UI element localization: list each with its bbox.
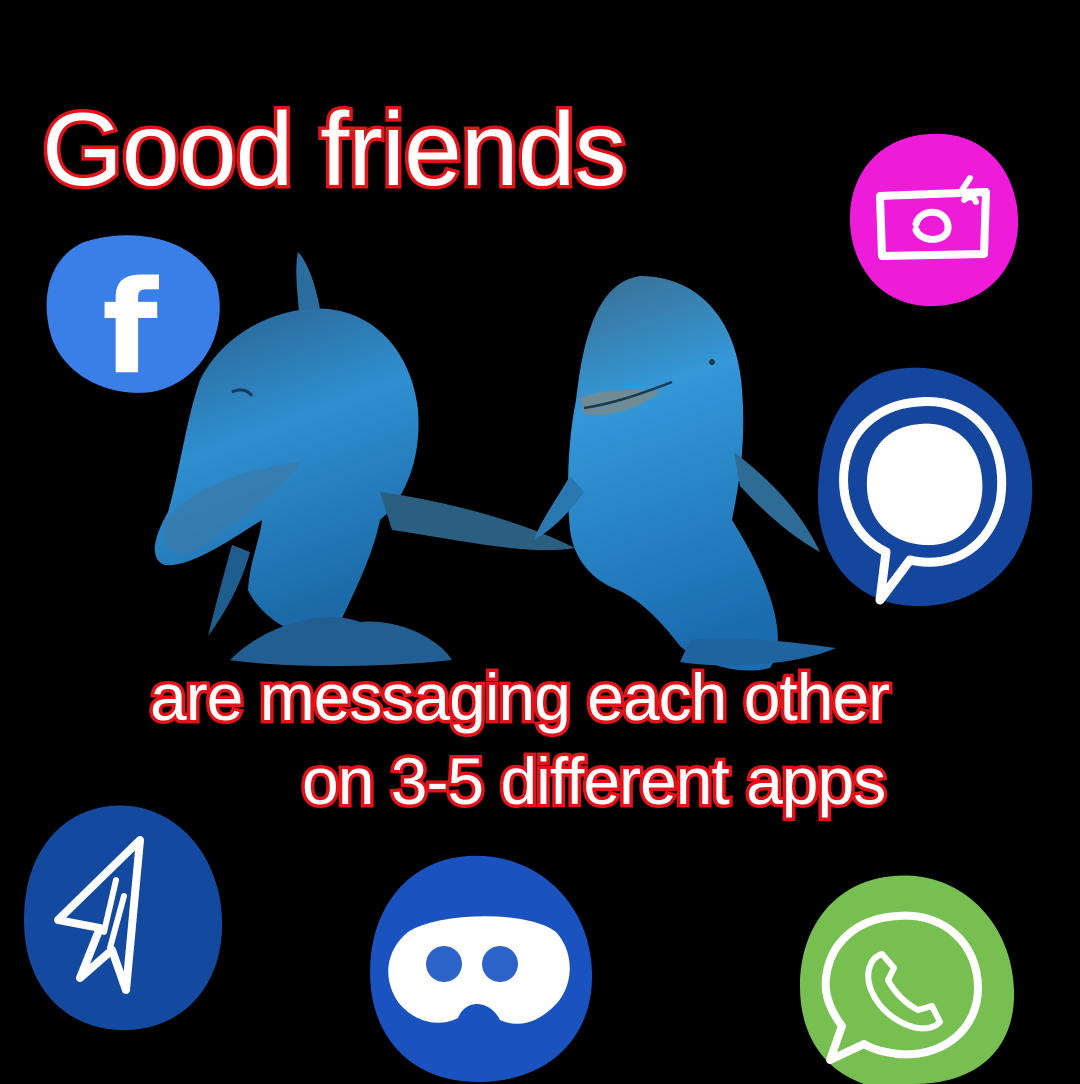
whatsapp-icon [800,875,1015,1084]
meme-caption-line2: on 3-5 different apps [298,744,889,818]
facebook-icon: f [46,235,220,403]
meme-title: Good friends [38,92,629,208]
signal-icon [817,367,1033,607]
meme-caption-line1: are messaging each other [146,660,893,734]
discord-icon [370,855,593,1082]
telegram-icon [24,805,223,1031]
facebook-glyph: f [102,254,159,403]
dolphin-right [534,276,836,671]
instagram-icon [849,133,1019,307]
meme-canvas: f Good friends are messaging each other … [0,0,1080,1084]
